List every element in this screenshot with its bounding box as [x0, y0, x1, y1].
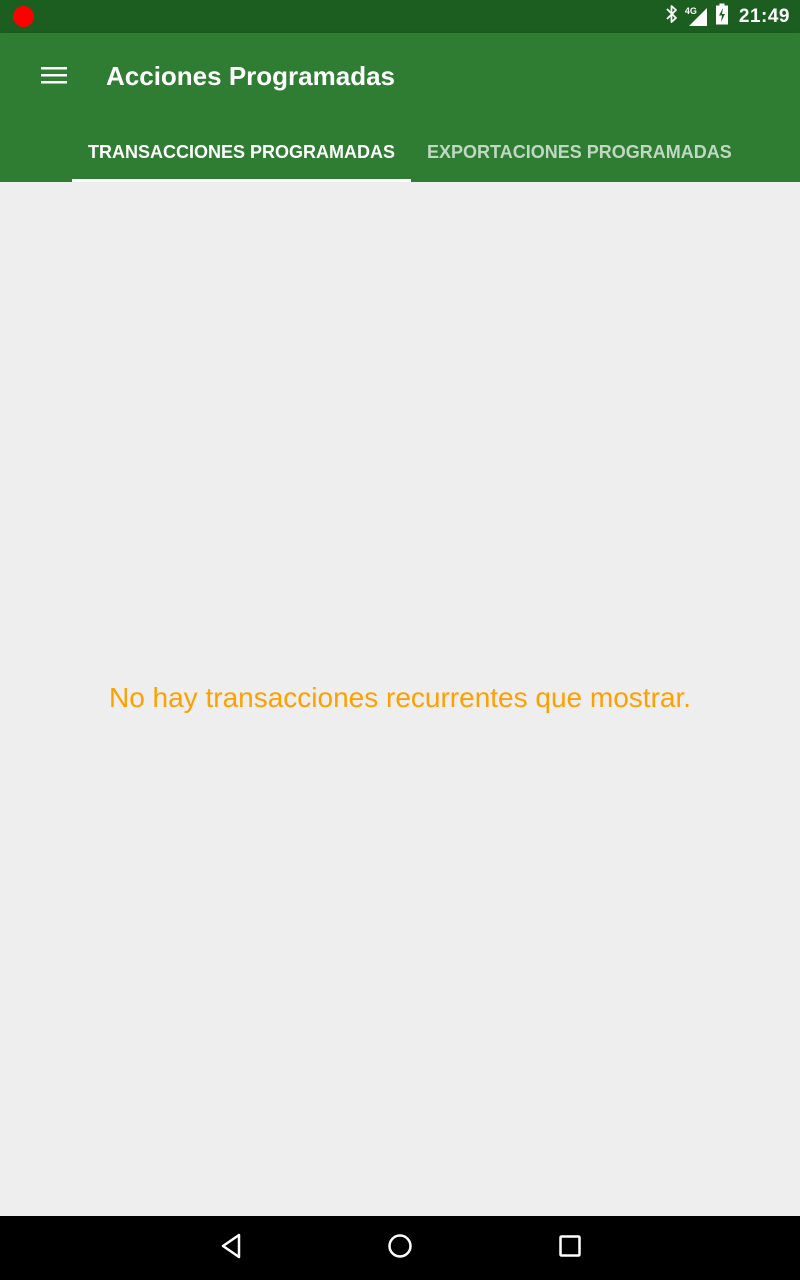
home-icon: [387, 1233, 413, 1264]
app-bar: Acciones Programadas TRANSACCIONES PROGR…: [0, 33, 800, 182]
status-icons: 4G 21:49: [665, 0, 790, 33]
status-time: 21:49: [738, 5, 790, 27]
back-button[interactable]: [211, 1230, 251, 1266]
tab-transacciones-programadas[interactable]: TRANSACCIONES PROGRAMADAS: [72, 123, 412, 182]
back-icon: [219, 1233, 243, 1264]
empty-state-message: No hay transacciones recurrentes que mos…: [108, 682, 692, 713]
bluetooth-icon: [665, 4, 679, 29]
battery-charging-icon: [715, 3, 729, 30]
signal-icon: 4G: [685, 6, 709, 28]
recents-button[interactable]: [550, 1230, 590, 1266]
page-title: Acciones Programadas: [106, 61, 396, 91]
navigation-bar: [0, 1216, 800, 1280]
menu-icon: [40, 65, 68, 90]
recents-icon: [558, 1234, 582, 1263]
menu-button[interactable]: [30, 57, 78, 97]
tab-exportaciones-programadas[interactable]: EXPORTACIONES PROGRAMADAS: [411, 123, 748, 182]
tab-label: TRANSACCIONES PROGRAMADAS: [88, 142, 396, 162]
home-button[interactable]: [380, 1230, 420, 1266]
tab-label: EXPORTACIONES PROGRAMADAS: [427, 142, 732, 162]
tab-bar: TRANSACCIONES PROGRAMADAS EXPORTACIONES …: [72, 123, 748, 182]
status-bar: 4G 21:49: [0, 0, 800, 33]
content-area: No hay transacciones recurrentes que mos…: [0, 182, 800, 1216]
recording-dot-icon: [13, 6, 34, 27]
